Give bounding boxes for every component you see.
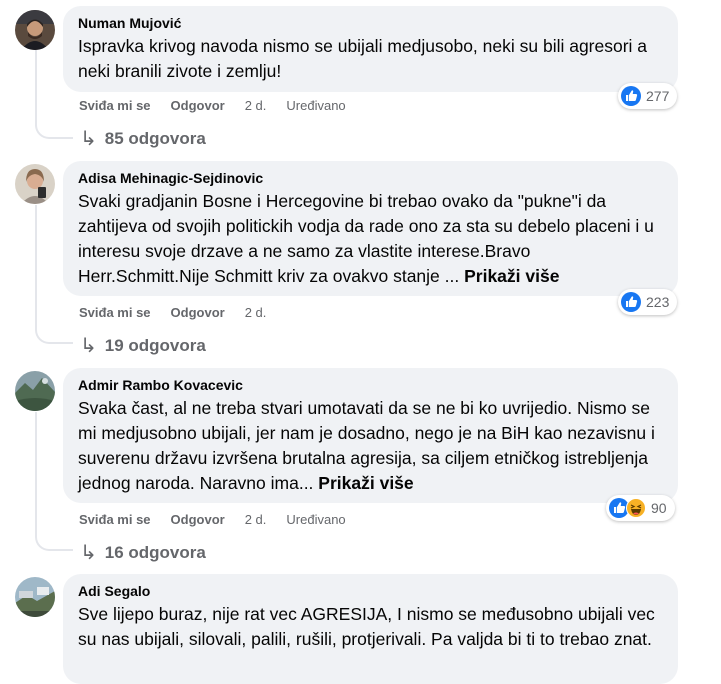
thread-line — [35, 205, 37, 330]
haha-reaction-icon — [626, 498, 646, 518]
reaction-count: 277 — [646, 88, 670, 104]
comment-bubble: Adi Segalo Sve lijepo buraz, nije rat ve… — [63, 574, 678, 684]
reaction-count: 223 — [646, 294, 670, 310]
comment-actions: Sviđa mi se Odgovor 2 d. — [79, 305, 286, 320]
comment-text: Ispravka krivog navoda nismo se ubijali … — [78, 36, 648, 81]
like-reaction-icon — [621, 292, 641, 312]
comment-text: Svaki gradjanin Bosne i Hercegovine bi t… — [78, 191, 654, 286]
comment-text: Svaka čast, al ne treba stvari umotavati… — [78, 398, 655, 493]
timestamp[interactable]: 2 d. — [245, 305, 267, 320]
view-replies-button[interactable]: ↳ 16 odgovora — [80, 540, 206, 565]
comment-author[interactable]: Adi Segalo — [78, 582, 664, 600]
avatar[interactable] — [15, 577, 55, 617]
comment-bubble: Admir Rambo Kovacevic Svaka čast, al ne … — [63, 368, 678, 503]
edited-label[interactable]: Uređivano — [286, 512, 345, 527]
timestamp[interactable]: 2 d. — [245, 512, 267, 527]
replies-count: 19 odgovora — [104, 335, 206, 355]
reaction-summary[interactable]: 90 — [606, 495, 675, 521]
avatar[interactable] — [15, 164, 55, 204]
view-replies-button[interactable]: ↳ 85 odgovora — [80, 126, 206, 151]
thread-curve — [35, 115, 73, 139]
comment-actions: Sviđa mi se Odgovor 2 d. Uređivano — [79, 512, 366, 527]
comment-actions: Sviđa mi se Odgovor 2 d. Uređivano — [79, 98, 366, 113]
avatar[interactable] — [15, 10, 55, 50]
see-more-link[interactable]: Prikaži više — [464, 266, 559, 286]
see-more-link[interactable]: Prikaži više — [318, 473, 413, 493]
reaction-count: 90 — [651, 500, 667, 516]
comment-bubble: Numan Mujović Ispravka krivog navoda nis… — [63, 6, 678, 92]
like-button[interactable]: Sviđa mi se — [79, 512, 151, 527]
view-replies-button[interactable]: ↳ 19 odgovora — [80, 333, 206, 358]
thread-line — [35, 412, 37, 537]
reply-arrow-icon: ↳ — [80, 542, 97, 564]
like-button[interactable]: Sviđa mi se — [79, 98, 151, 113]
replies-count: 85 odgovora — [104, 128, 206, 148]
replies-count: 16 odgovora — [104, 542, 206, 562]
like-reaction-icon — [621, 86, 641, 106]
reply-button[interactable]: Odgovor — [171, 305, 225, 320]
edited-label[interactable]: Uređivano — [286, 98, 345, 113]
reaction-summary[interactable]: 277 — [618, 83, 678, 109]
timestamp[interactable]: 2 d. — [245, 98, 267, 113]
comment-author[interactable]: Adisa Mehinagic-Sejdinovic — [78, 169, 664, 187]
reply-arrow-icon: ↳ — [80, 128, 97, 150]
thread-line — [35, 50, 37, 125]
like-button[interactable]: Sviđa mi se — [79, 305, 151, 320]
comment-author[interactable]: Numan Mujović — [78, 14, 664, 32]
comment-bubble: Adisa Mehinagic-Sejdinovic Svaki gradjan… — [63, 161, 678, 296]
reply-arrow-icon: ↳ — [80, 335, 97, 357]
thread-curve — [35, 527, 73, 551]
reply-button[interactable]: Odgovor — [171, 98, 225, 113]
comment-author[interactable]: Admir Rambo Kovacevic — [78, 376, 664, 394]
avatar[interactable] — [15, 371, 55, 411]
reply-button[interactable]: Odgovor — [171, 512, 225, 527]
reaction-summary[interactable]: 223 — [618, 289, 678, 315]
comment-text: Sve lijepo buraz, nije rat vec AGRESIJA,… — [78, 604, 655, 649]
thread-curve — [35, 320, 73, 344]
